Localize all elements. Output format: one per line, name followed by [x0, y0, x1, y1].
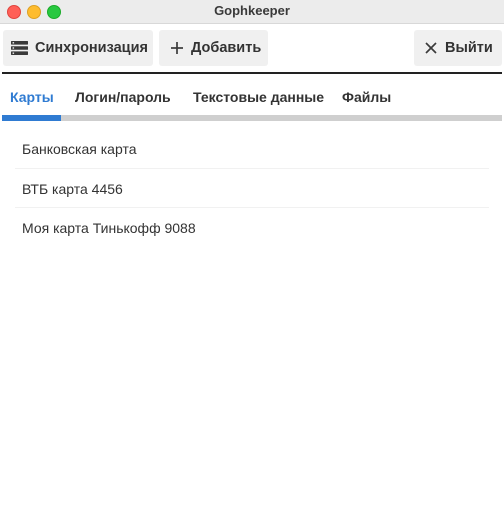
active-tab-indicator: [2, 115, 61, 121]
sync-button-label: Синхронизация: [35, 40, 148, 56]
add-button[interactable]: Добавить: [159, 30, 268, 66]
exit-button[interactable]: Выйти: [414, 30, 502, 66]
window-title: Gophkeeper: [214, 3, 290, 18]
tab-cards[interactable]: Карты: [10, 89, 54, 105]
list-item-label: ВТБ карта 4456: [22, 180, 123, 197]
toolbar: Синхронизация Добавить Выйти: [0, 24, 504, 72]
tab-bar: Карты Логин/пароль Текстовые данные Файл…: [2, 74, 502, 121]
list-item-label: Банковская карта: [22, 141, 137, 157]
close-icon: [424, 41, 438, 55]
title-bar: Gophkeeper: [0, 0, 504, 24]
tab-text-data[interactable]: Текстовые данные: [193, 89, 324, 105]
tab-login-password[interactable]: Логин/пароль: [75, 89, 171, 105]
exit-button-label: Выйти: [445, 40, 493, 56]
storage-icon: [11, 41, 28, 55]
tab-track: [2, 115, 502, 121]
sync-button[interactable]: Синхронизация: [3, 30, 153, 66]
list-item-label: Моя карта Тинькофф 9088: [22, 220, 196, 236]
list-item[interactable]: ВТБ карта 4456: [15, 169, 489, 208]
plus-icon: [170, 41, 184, 55]
list-item[interactable]: Банковская карта: [15, 129, 489, 169]
add-button-label: Добавить: [191, 40, 262, 56]
list-item[interactable]: Моя карта Тинькофф 9088: [15, 208, 489, 248]
tab-files[interactable]: Файлы: [342, 89, 391, 105]
cards-list: Банковская карта ВТБ карта 4456 Моя карт…: [0, 129, 504, 248]
